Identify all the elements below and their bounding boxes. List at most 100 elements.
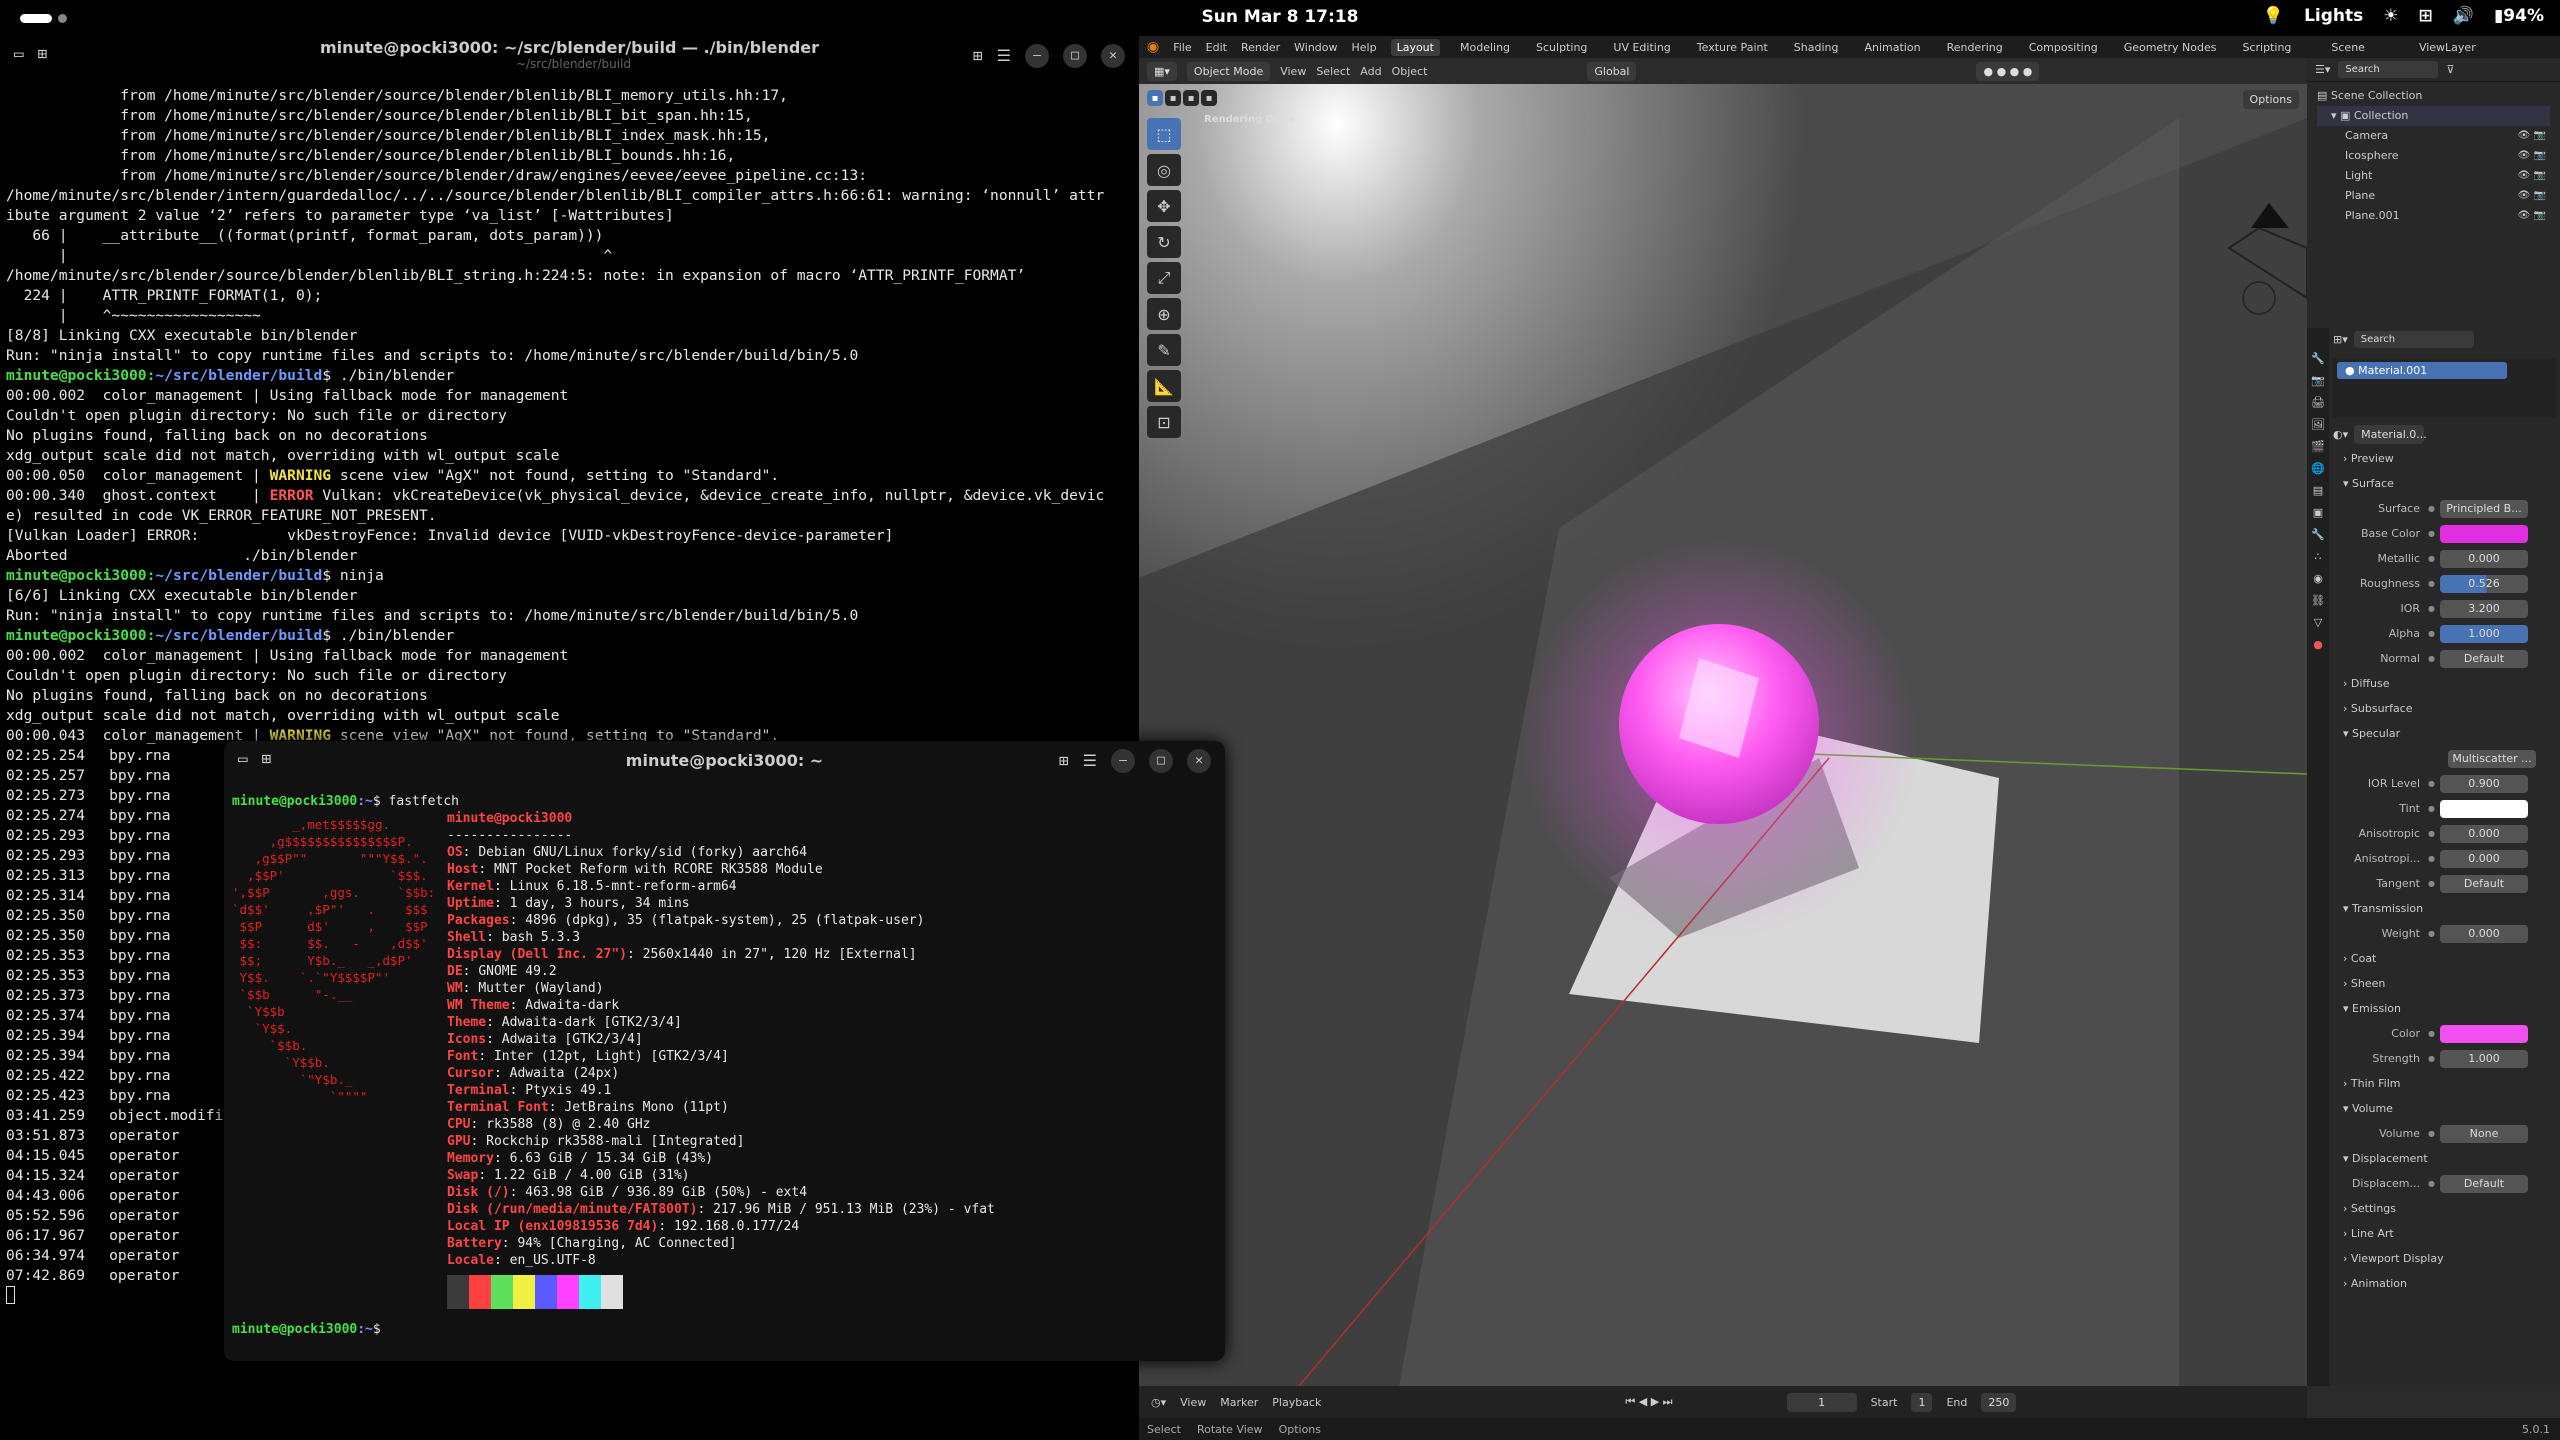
new-tab-icon[interactable]: ⊞ <box>38 44 48 64</box>
section-preview[interactable]: › Preview <box>2333 446 2556 471</box>
value-field[interactable]: 0.526 <box>2440 574 2528 593</box>
scale-icon[interactable]: ⤢ <box>1147 262 1181 294</box>
tab-geometry-nodes[interactable]: Geometry Nodes <box>2118 39 2223 56</box>
close-icon[interactable]: ✕ <box>1101 44 1125 68</box>
timeline[interactable]: ◷▾ View Marker Playback ⏮ ◀ ▶ ⏭ 1 Start … <box>1139 1386 2307 1418</box>
socket-icon[interactable]: ● <box>2428 1129 2440 1138</box>
lights-label[interactable]: Lights <box>2304 6 2363 26</box>
add-cube-icon[interactable]: ⊡ <box>1147 406 1181 438</box>
viewlayer-selector[interactable]: ViewLayer <box>2419 41 2476 54</box>
socket-icon[interactable]: ● <box>2428 529 2440 538</box>
section-lineart[interactable]: › Line Art <box>2333 1221 2556 1246</box>
color-swatch[interactable] <box>2440 1024 2528 1043</box>
socket-icon[interactable]: ● <box>2428 654 2440 663</box>
current-frame[interactable]: 1 <box>1786 1392 1857 1412</box>
socket-icon[interactable]: ● <box>2428 929 2440 938</box>
properties-editor[interactable]: 🔧 📷 🖨 🖼 🎬 🌐 ▤ ▣ 🔧 ∴ ◉ ⛓ ▽ ● ⊞▾ Search ● Material.001 … <box>2307 328 2560 1386</box>
render-tab-icon[interactable]: 📷 <box>2311 374 2325 387</box>
editor-type-icon[interactable]: ⊞▾ <box>2333 333 2348 346</box>
menu-help[interactable]: Help <box>1352 41 1377 54</box>
physics-tab-icon[interactable]: ◉ <box>2313 572 2323 585</box>
value-field[interactable]: Principled B... <box>2440 499 2528 518</box>
value-field[interactable]: Default <box>2440 1174 2528 1193</box>
value-field[interactable]: 0.000 <box>2440 824 2528 843</box>
section-volume[interactable]: ▾ Volume <box>2333 1096 2556 1121</box>
select-extend-icon[interactable]: ▪ <box>1165 90 1181 106</box>
tab-uv-editing[interactable]: UV Editing <box>1607 39 1676 56</box>
select-mode-buttons[interactable]: ▪ ▪ ▪ ▪ <box>1147 90 1217 106</box>
select-box-icon[interactable]: ⬚ <box>1147 118 1181 150</box>
close-tab-icon[interactable]: ▭ <box>238 749 248 769</box>
blender-logo-icon[interactable]: ◉ <box>1147 39 1159 55</box>
filter-icon[interactable]: ⊽ <box>2446 63 2454 76</box>
outliner[interactable]: ☰▾ Search ⊽ ▤ Scene Collection ▾ ▣ Colle… <box>2307 58 2560 328</box>
menu-window[interactable]: Window <box>1294 41 1337 54</box>
close-tab-icon[interactable]: ▭ <box>14 44 24 64</box>
section-subsurface[interactable]: › Subsurface <box>2333 696 2556 721</box>
value-field[interactable]: 0.000 <box>2440 849 2528 868</box>
scene-selector[interactable]: Scene <box>2331 41 2365 54</box>
transform-icon[interactable]: ⊕ <box>1147 298 1181 330</box>
socket-icon[interactable]: ● <box>2428 829 2440 838</box>
visibility-icon[interactable]: 👁 📷 <box>2518 146 2546 166</box>
properties-search[interactable]: Search <box>2353 330 2474 348</box>
select-subtract-icon[interactable]: ▪ <box>1183 90 1199 106</box>
value-field[interactable]: None <box>2440 1124 2528 1143</box>
value-field[interactable]: 0.000 <box>2440 549 2528 568</box>
socket-icon[interactable]: ● <box>2428 1179 2440 1188</box>
outliner-item[interactable]: Camera 👁 📷 <box>2345 126 2550 146</box>
value-field[interactable]: 1.000 <box>2440 1049 2528 1068</box>
tab-modeling[interactable]: Modeling <box>1454 39 1516 56</box>
socket-icon[interactable]: ● <box>2428 879 2440 888</box>
data-tab-icon[interactable]: ▽ <box>2314 616 2322 629</box>
tab-sculpting[interactable]: Sculpting <box>1530 39 1593 56</box>
constraints-tab-icon[interactable]: ⛓ <box>2311 594 2325 607</box>
outliner-type-icon[interactable]: ☰▾ <box>2315 63 2330 76</box>
section-surface[interactable]: ▾ Surface <box>2333 471 2556 496</box>
menu-icon[interactable]: ☰ <box>1083 751 1097 771</box>
tab-compositing[interactable]: Compositing <box>2023 39 2104 56</box>
material-name-field[interactable]: Material.0... <box>2354 424 2427 444</box>
material-slots[interactable]: ● Material.001 <box>2333 358 2556 418</box>
editor-type-icon[interactable]: ▦▾ <box>1147 61 1177 81</box>
section-coat[interactable]: › Coat <box>2333 946 2556 971</box>
3d-viewport[interactable]: ▦▾ Object Mode View Select Add Object Gl… <box>1139 58 2307 1386</box>
collection-item[interactable]: ▾ ▣ Collection <box>2317 106 2550 126</box>
tab-shading[interactable]: Shading <box>1788 39 1845 56</box>
socket-icon[interactable]: ● <box>2428 504 2440 513</box>
options-button[interactable]: Options <box>2242 90 2299 109</box>
value-field[interactable]: 1.000 <box>2440 624 2528 643</box>
socket-icon[interactable]: ● <box>2428 554 2440 563</box>
lightbulb-icon[interactable]: 💡 <box>2263 6 2284 26</box>
material-browse-icon[interactable]: ◐▾ <box>2333 428 2348 441</box>
section-diffuse[interactable]: › Diffuse <box>2333 671 2556 696</box>
socket-icon[interactable]: ● <box>2428 1029 2440 1038</box>
orientation-select[interactable]: Global <box>1587 61 1637 81</box>
outliner-item[interactable]: Plane 👁 📷 <box>2345 186 2550 206</box>
clock[interactable]: Sun Mar 8 17:18 <box>0 7 2560 27</box>
value-field[interactable]: Default <box>2440 649 2528 668</box>
select-new-icon[interactable]: ▪ <box>1147 90 1163 106</box>
socket-icon[interactable]: ● <box>2428 579 2440 588</box>
section-displacement[interactable]: ▾ Displacement <box>2333 1146 2556 1171</box>
menu-file[interactable]: File <box>1173 41 1191 54</box>
menu-edit[interactable]: Edit <box>1206 41 1227 54</box>
add-menu[interactable]: Add <box>1360 65 1381 78</box>
tab-scripting[interactable]: Scripting <box>2236 39 2297 56</box>
modifier-tab-icon[interactable]: 🔧 <box>2311 528 2325 541</box>
value-field[interactable]: Default <box>2440 874 2528 893</box>
tab-overview-icon[interactable]: ⊞ <box>1059 751 1069 771</box>
cursor-icon[interactable]: ◎ <box>1147 154 1181 186</box>
minimize-icon[interactable]: – <box>1111 749 1135 773</box>
outliner-item[interactable]: Icosphere 👁 📷 <box>2345 146 2550 166</box>
start-frame[interactable]: 1 <box>1911 1392 1933 1412</box>
collection-tab-icon[interactable]: ▤ <box>2313 484 2323 497</box>
visibility-icon[interactable]: 👁 📷 <box>2518 186 2546 206</box>
outliner-item[interactable]: Light 👁 📷 <box>2345 166 2550 186</box>
tool-tab-icon[interactable]: 🔧 <box>2311 352 2325 365</box>
viewport-scene[interactable] <box>1139 58 2307 1386</box>
section-settings[interactable]: › Settings <box>2333 1196 2556 1221</box>
move-icon[interactable]: ✥ <box>1147 190 1181 222</box>
new-tab-icon[interactable]: ⊞ <box>262 749 272 769</box>
multiscatter-select[interactable]: Multiscatter ... <box>2333 746 2556 771</box>
